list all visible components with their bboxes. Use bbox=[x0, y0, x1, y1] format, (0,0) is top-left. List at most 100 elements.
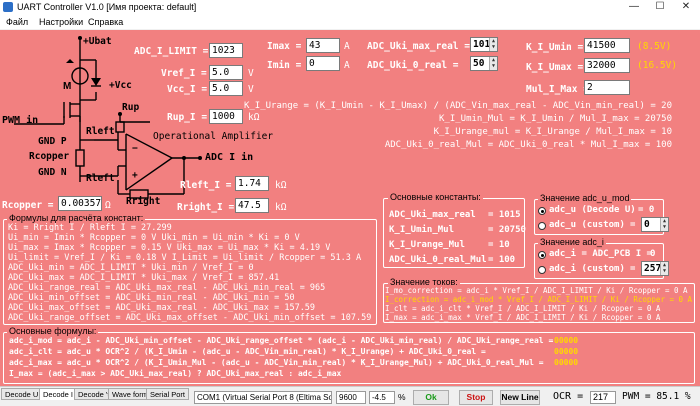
constant-value: = 20750 bbox=[488, 225, 526, 235]
adc-u-custom-label: adc_u (custom) bbox=[549, 220, 625, 230]
constant-label: ADC_Uki_0_real_Mul bbox=[389, 255, 487, 265]
maximize-button[interactable]: ☐ bbox=[647, 0, 673, 15]
motor-label: M bbox=[63, 81, 71, 92]
current-line: I_mo_correction = adc_i * Vref_I / ADC_I… bbox=[385, 286, 688, 295]
adc-i-custom-value: 257 bbox=[644, 263, 662, 274]
imax-unit: A bbox=[344, 41, 350, 52]
formula-line: ADC_Uki_max_offset = ADC_Uki_max_real - … bbox=[8, 303, 316, 313]
ubat-label: +Ubat bbox=[83, 36, 112, 47]
stop-button[interactable]: Stop bbox=[459, 390, 493, 405]
vref-i-input[interactable]: 5.0 bbox=[209, 65, 243, 80]
adc-i-pcb-label: adc_i = ADC_PCB I = bbox=[549, 249, 652, 259]
k-i-umax-input[interactable]: 32000 bbox=[584, 58, 630, 73]
adc-u-custom-eq: = bbox=[630, 220, 636, 230]
adc-u-custom-spin[interactable]: ▲ ▼ bbox=[660, 218, 668, 231]
ok-button[interactable]: Ok bbox=[413, 390, 449, 405]
ocr-input[interactable]: 217 bbox=[590, 391, 616, 404]
pwm-readout: PWM = 85.1 % bbox=[622, 391, 691, 402]
imax-label: Imax = bbox=[267, 41, 302, 52]
decode-i-panel: M +Ubat +Vcc PWM in GND P Rcopper GND N … bbox=[0, 30, 700, 386]
tab-serial-port[interactable]: Serial Port bbox=[146, 388, 190, 400]
adc-i-custom-radio[interactable] bbox=[538, 266, 546, 274]
formulas-group-title: Формулы для расчёта констант: bbox=[7, 213, 146, 223]
k-i-umin-note: (8.5V) bbox=[637, 41, 672, 52]
equation-k-i-urange: K_I_Urange = (K_I_Umin - K_I_Umax) / (AD… bbox=[243, 101, 672, 111]
adc-i-limit-input[interactable]: 1023 bbox=[209, 43, 243, 58]
app-icon bbox=[3, 2, 13, 12]
k-i-umax-label: K_I_Umax = bbox=[526, 62, 584, 73]
adc-u-decode-label: adc_u (Decode U) bbox=[549, 205, 636, 215]
adc-uki-max-real-label: ADC_Uki_max_real = bbox=[367, 41, 470, 52]
rleft-i-input[interactable]: 1.74 bbox=[235, 176, 269, 191]
rup-i-input[interactable]: 1000 bbox=[209, 109, 243, 124]
adc-i-custom-label: adc_i (custom) bbox=[549, 264, 625, 274]
rleft-top-label: Rleft bbox=[86, 126, 115, 137]
ocr-label: OCR = bbox=[553, 391, 584, 402]
close-button[interactable]: ✕ bbox=[673, 0, 699, 15]
imin-input[interactable]: 0 bbox=[306, 56, 340, 71]
imax-input[interactable]: 43 bbox=[306, 38, 340, 53]
baud-select[interactable]: 9600 bbox=[336, 391, 366, 404]
adc-u-custom-radio[interactable] bbox=[538, 222, 546, 230]
pwm-in-label: PWM in bbox=[2, 115, 39, 126]
k-i-umin-input[interactable]: 41500 bbox=[584, 38, 630, 53]
opamp-plus-label: + bbox=[132, 170, 138, 181]
vref-i-label: Vref_I = bbox=[161, 68, 207, 79]
mul-i-max-label: Mul_I_Max = bbox=[526, 84, 589, 95]
adc-uki-0-real-label: ADC_Uki_0_real = bbox=[367, 60, 459, 71]
adc-i-title: Значение adc_i bbox=[538, 237, 606, 247]
gnd-n-label: GND N bbox=[38, 167, 67, 178]
vcc-i-input[interactable]: 5.0 bbox=[209, 81, 243, 96]
adc-uki-0-real-input[interactable]: 50 ▲ ▼ bbox=[470, 56, 498, 71]
formula-line: Ui_min = Imin * Rcopper = 0 V Uki_min = … bbox=[8, 233, 300, 243]
tab-decode-i[interactable]: Decode I bbox=[39, 388, 78, 400]
com-port-select[interactable]: COM1 (Virtual Serial Port 8 (Eltima Soft… bbox=[194, 391, 332, 404]
menu-settings[interactable]: Настройки bbox=[39, 17, 83, 27]
vcc-i-unit: V bbox=[248, 84, 254, 95]
adc-uki-0-real-value: 50 bbox=[473, 58, 485, 69]
main-formula-value: 00000 bbox=[554, 336, 579, 345]
percent-label: % bbox=[398, 392, 406, 402]
opamp-label: Operational Amplifier bbox=[153, 131, 274, 142]
adc-i-custom-spin[interactable]: ▲ ▼ bbox=[660, 262, 668, 275]
constant-label: K_I_Umin_Mul bbox=[389, 225, 455, 235]
constant-value: = 1015 bbox=[488, 210, 521, 220]
adc-u-decode-radio[interactable] bbox=[538, 207, 546, 215]
main-formula-value: 00000 bbox=[554, 358, 579, 367]
formula-line: ADC_Uki_range_offset = ADC_Uki_max_offse… bbox=[8, 313, 372, 323]
main-formula-line: I_max = (adc_i_max > ADC_Uki_max_real) ?… bbox=[9, 369, 342, 378]
adc-i-pcb-radio[interactable] bbox=[538, 251, 546, 259]
adc-u-custom-input[interactable]: 0 ▲ ▼ bbox=[641, 217, 669, 232]
rright-i-input[interactable]: 47.5 bbox=[235, 198, 269, 213]
formula-line: Ui_max = Imax * Rcopper = 0.15 V Uki_max… bbox=[8, 243, 331, 253]
mul-i-max-input[interactable]: 2 bbox=[584, 80, 630, 95]
adc-u-mod-title: Значение adc_u_mod bbox=[538, 193, 632, 203]
constant-label: ADC_Uki_max_real bbox=[389, 210, 476, 220]
rcopper-input[interactable]: 0.00357 bbox=[58, 196, 102, 211]
vcc-label: +Vcc bbox=[109, 80, 132, 91]
formula-line: Ui_limit = Vref_I / Ki = 0.18 V I_Limit … bbox=[8, 253, 362, 263]
adc-i-custom-input[interactable]: 257 ▲ ▼ bbox=[641, 261, 669, 276]
rleft-i-unit: kΩ bbox=[275, 180, 287, 191]
menu-file[interactable]: Файл bbox=[6, 17, 28, 27]
new-line-button[interactable]: New Line bbox=[500, 390, 540, 405]
k-i-umin-label: K_I_Umin = bbox=[526, 42, 584, 53]
adc-u-custom-value: 0 bbox=[644, 219, 650, 230]
minimize-button[interactable]: — bbox=[621, 0, 647, 15]
formula-line: Ki = Rright I / Rleft I = 27.299 bbox=[8, 223, 172, 233]
imin-label: Imin = bbox=[267, 60, 302, 71]
tab-decode-u[interactable]: Decode U bbox=[1, 388, 43, 400]
vcc-i-label: Vcc_I = bbox=[167, 84, 208, 95]
k-i-umax-note: (16.5V) bbox=[637, 60, 678, 71]
formula-line: ADC_Uki_range_real = ADC_Uki_max_real - … bbox=[8, 283, 326, 293]
offset-input[interactable]: -4.5 bbox=[369, 391, 395, 404]
adc-uki-max-real-spin[interactable]: ▲ ▼ bbox=[489, 38, 497, 51]
rright-i-label: Rright_I = bbox=[177, 202, 235, 213]
gnd-p-label: GND P bbox=[38, 136, 67, 147]
opamp-minus-label: − bbox=[132, 143, 138, 154]
adc-uki-0-real-spin[interactable]: ▲ ▼ bbox=[489, 57, 497, 70]
window-title: UART Controller V1.0 [Имя проекта: defau… bbox=[17, 2, 197, 12]
adc-uki-max-real-input[interactable]: 1015 ▲ ▼ bbox=[470, 37, 498, 52]
main-window: UART Controller V1.0 [Имя проекта: defau… bbox=[0, 0, 700, 406]
menu-help[interactable]: Справка bbox=[88, 17, 123, 27]
